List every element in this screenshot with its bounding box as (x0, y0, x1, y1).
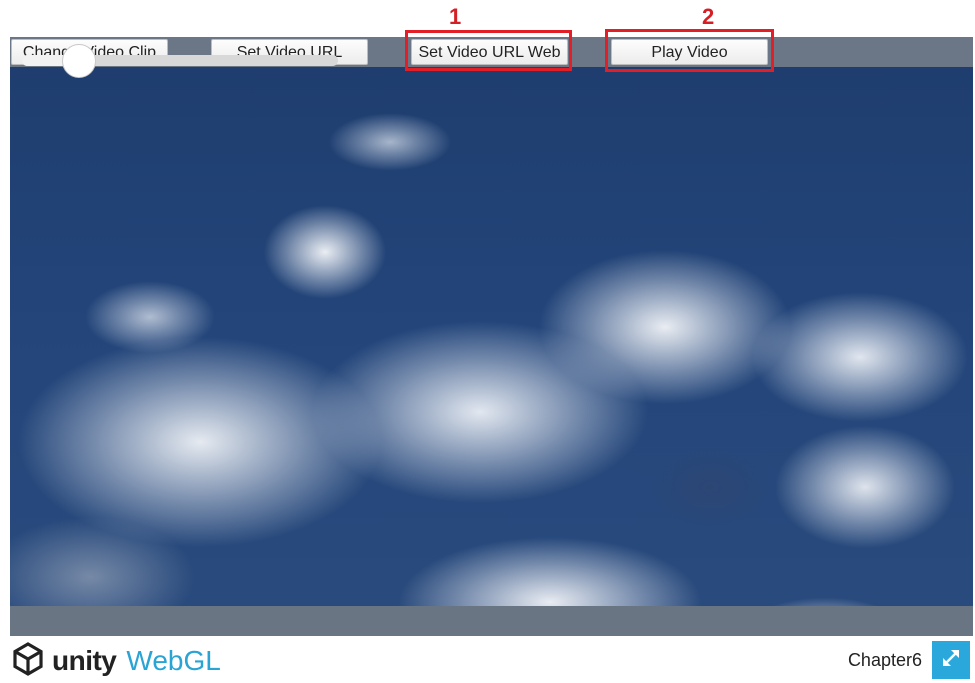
annotation-number-1: 1 (449, 4, 462, 29)
webgl-wordmark: WebGL (126, 645, 221, 676)
bottom-bar (10, 606, 973, 636)
unity-wordmark: unity (52, 645, 117, 676)
webgl-canvas[interactable]: Change Video Clip Set Video URL Set Vide… (10, 37, 973, 636)
annotation-box-2 (605, 29, 774, 72)
project-title: Chapter6 (847, 650, 922, 670)
fullscreen-expand-icon (939, 646, 963, 675)
unity-cube-icon (10, 641, 46, 682)
video-display (10, 67, 973, 636)
unity-webgl-logo: unity WebGL (10, 641, 221, 682)
annotation-box-1 (405, 30, 572, 71)
fullscreen-button[interactable] (932, 641, 970, 679)
slider-handle[interactable] (62, 44, 96, 78)
annotation-number-2: 2 (702, 4, 715, 29)
video-progress-slider[interactable] (22, 44, 338, 78)
